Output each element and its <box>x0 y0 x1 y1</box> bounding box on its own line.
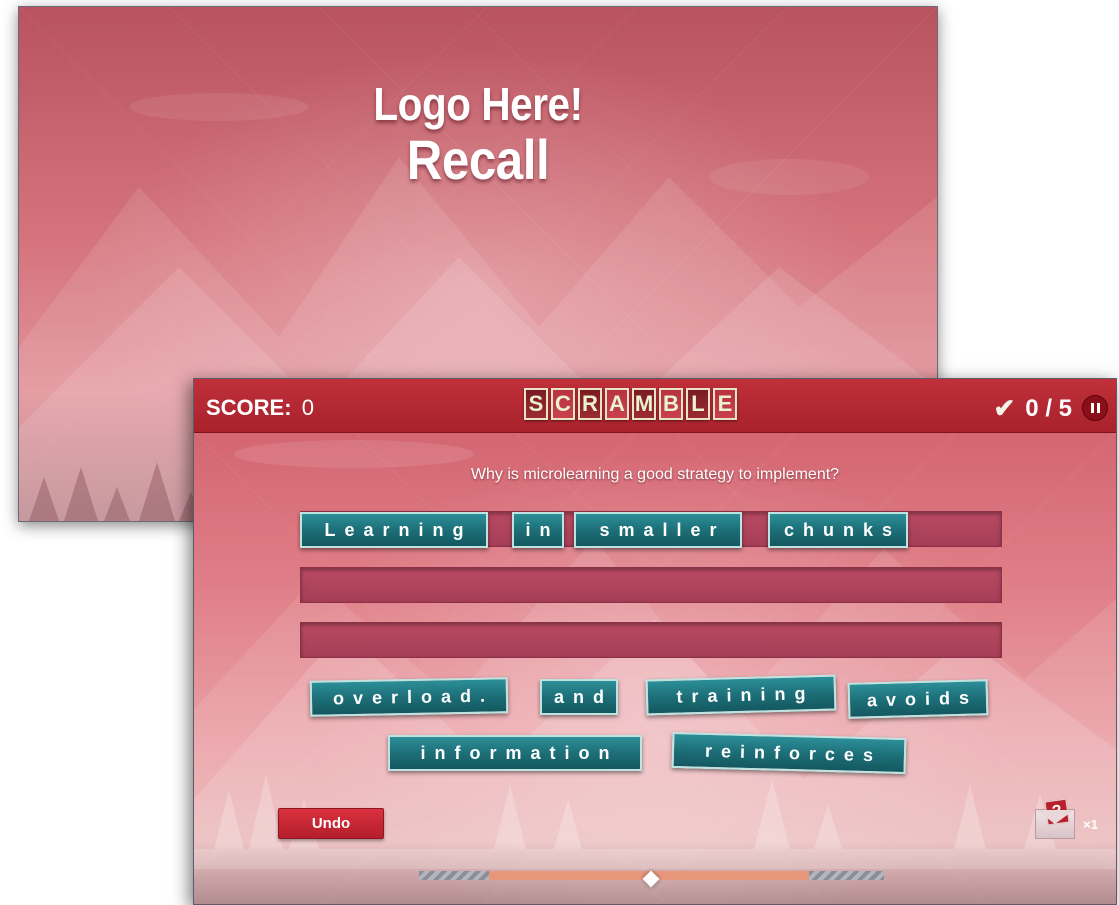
word-bank-tile[interactable]: and <box>540 679 618 715</box>
placed-word-tile[interactable]: Learning <box>300 512 488 548</box>
placed-word-tile[interactable]: chunks <box>768 512 908 548</box>
top-bar: SCORE: 0 S C R A M B L E ✔ 0 / 5 <box>194 379 1116 433</box>
title-letter: E <box>713 388 737 420</box>
word-bank-tile[interactable]: reinforces <box>671 731 907 775</box>
title-letter: S <box>524 388 548 420</box>
answer-row[interactable] <box>300 622 1002 658</box>
word-bank-tile[interactable]: training <box>645 674 837 716</box>
placed-word-tile[interactable]: in <box>512 512 564 548</box>
score-display: SCORE: 0 <box>206 395 314 421</box>
question-text: Why is microlearning a good strategy to … <box>470 466 840 483</box>
title-letter: C <box>551 388 575 420</box>
title-letter: R <box>578 388 602 420</box>
scramble-game-screen: SCORE: 0 S C R A M B L E ✔ 0 / 5 Why is … <box>193 378 1117 905</box>
placed-word-tile[interactable]: smaller <box>574 512 742 548</box>
score-label: SCORE: <box>206 395 292 420</box>
title-letter: L <box>686 388 710 420</box>
word-bank-tile[interactable]: information <box>388 735 642 771</box>
hint-count: ×1 <box>1083 816 1098 832</box>
scramble-title: S C R A M B L E <box>524 388 737 420</box>
game-title: Recall <box>406 128 550 191</box>
question-progress: ✔ 0 / 5 <box>994 393 1073 424</box>
undo-button[interactable]: Undo <box>278 808 384 839</box>
progress-text: 0 / 5 <box>1025 394 1072 422</box>
envelope-hint-icon[interactable]: ? <box>1035 798 1076 839</box>
title-letter: A <box>605 388 629 420</box>
hint-button[interactable]: ? ×1 <box>1035 798 1098 839</box>
word-bank-tile[interactable]: overload. <box>309 677 509 717</box>
answer-row[interactable] <box>300 567 1002 603</box>
logo-placeholder-text: Logo Here! <box>373 78 583 130</box>
word-bank-tile[interactable]: avoids <box>847 679 989 719</box>
title-letter: M <box>632 388 656 420</box>
check-icon: ✔ <box>993 393 1016 423</box>
title-letter: B <box>659 388 683 420</box>
score-value: 0 <box>301 395 314 420</box>
pause-icon[interactable] <box>1082 395 1108 421</box>
